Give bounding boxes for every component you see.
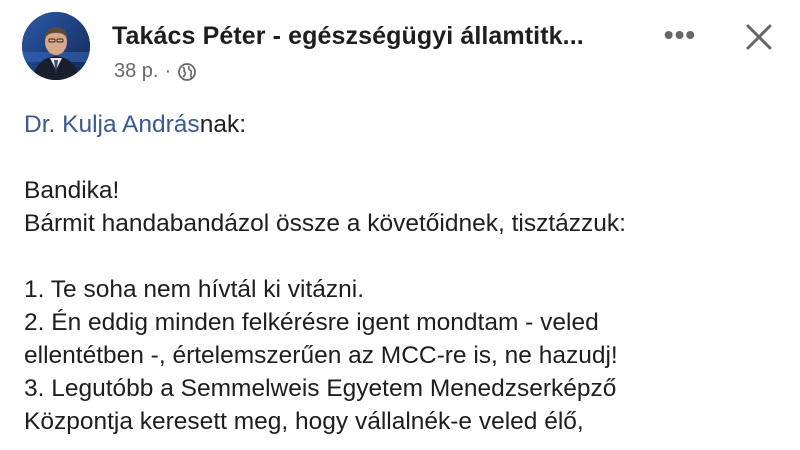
post-header: Takács Péter - egészségügyi államtitk...… bbox=[0, 0, 800, 92]
post-text-line: 1. Te soha nem hívtál ki vitázni. bbox=[24, 276, 364, 303]
avatar-image bbox=[22, 12, 90, 80]
close-icon[interactable] bbox=[740, 18, 778, 56]
mention-suffix: nak: bbox=[199, 111, 246, 138]
post-text-line: Bandika! bbox=[24, 177, 120, 204]
more-options-icon[interactable]: ••• bbox=[660, 20, 700, 50]
post-time[interactable]: 38 p. bbox=[114, 60, 158, 83]
post-meta: 38 p. · bbox=[114, 60, 197, 83]
post-text-line: 2. Én eddig minden felkérésre igent mond… bbox=[24, 309, 599, 336]
greeting-line: Dr. Kulja Andrásnak: bbox=[24, 108, 784, 141]
post-text-line: Központja keresett meg, hogy vállalnék-e… bbox=[24, 408, 584, 435]
avatar[interactable] bbox=[22, 12, 90, 80]
mention-link[interactable]: Dr. Kulja András bbox=[24, 111, 200, 138]
post-text-line: Bármit handabandázol össze a követőidnek… bbox=[24, 210, 626, 237]
post-text-line: ellentétben -, értelemszerűen az MCC-re … bbox=[24, 342, 618, 369]
meta-separator: · bbox=[164, 60, 172, 82]
post-text-line: 3. Legutóbb a Semmelweis Egyetem Menedzs… bbox=[24, 375, 617, 402]
globe-icon bbox=[177, 62, 197, 82]
post-content: Dr. Kulja Andrásnak: Bandika! Bármit han… bbox=[24, 108, 784, 438]
post-author[interactable]: Takács Péter - egészségügyi államtitk... bbox=[112, 22, 584, 51]
